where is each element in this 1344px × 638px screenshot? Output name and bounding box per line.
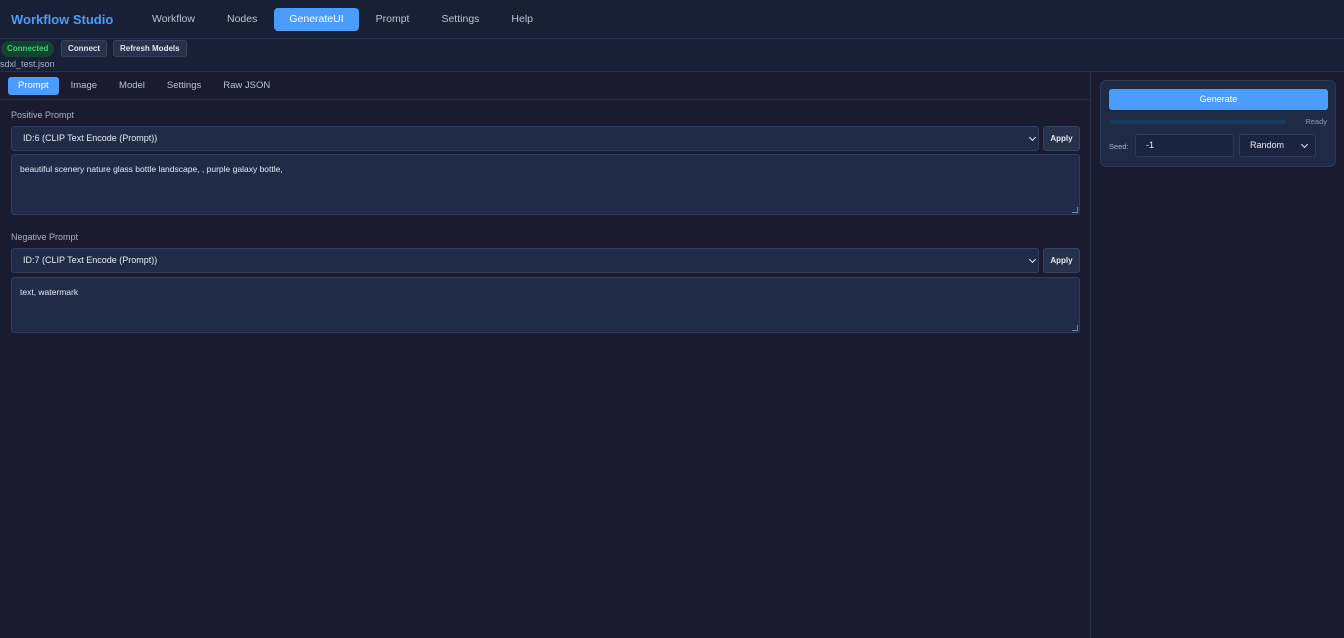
negative-node-value: ID:7 (CLIP Text Encode (Prompt)) bbox=[23, 255, 158, 265]
workflow-filename: sdxl_test.json bbox=[0, 59, 55, 69]
nav-prompt[interactable]: Prompt bbox=[361, 8, 425, 31]
connection-status-badge: Connected bbox=[1, 41, 55, 57]
tab-raw-json[interactable]: Raw JSON bbox=[213, 77, 280, 95]
generation-status: Ready bbox=[1305, 117, 1327, 126]
resize-grip-icon[interactable] bbox=[1072, 207, 1078, 213]
negative-apply-button[interactable]: Apply bbox=[1043, 248, 1080, 273]
seed-mode-value: Random bbox=[1250, 140, 1285, 150]
main-nav: Workflow Nodes GenerateUI Prompt Setting… bbox=[137, 7, 550, 31]
connect-button[interactable]: Connect bbox=[61, 40, 107, 57]
chevron-down-icon bbox=[1028, 255, 1037, 264]
resize-grip-icon[interactable] bbox=[1072, 325, 1078, 331]
seed-mode-select[interactable]: Random bbox=[1239, 134, 1316, 157]
positive-apply-button[interactable]: Apply bbox=[1043, 126, 1080, 151]
connection-bar: Connected Connect Refresh Models sdxl_te… bbox=[0, 39, 1344, 72]
positive-prompt-textarea[interactable]: beautiful scenery nature glass bottle la… bbox=[11, 154, 1080, 215]
negative-node-select[interactable]: ID:7 (CLIP Text Encode (Prompt)) bbox=[11, 248, 1039, 273]
tab-model[interactable]: Model bbox=[109, 77, 155, 95]
negative-prompt-textarea[interactable]: text, watermark bbox=[11, 277, 1080, 333]
nav-help[interactable]: Help bbox=[496, 8, 548, 31]
tab-image[interactable]: Image bbox=[61, 77, 107, 95]
nav-generateui[interactable]: GenerateUI bbox=[274, 7, 359, 31]
prompt-panel: Prompt Image Model Settings Raw JSON Pos… bbox=[0, 72, 1091, 638]
tab-prompt[interactable]: Prompt bbox=[8, 76, 59, 95]
generate-button[interactable]: Generate bbox=[1109, 89, 1328, 110]
nav-settings[interactable]: Settings bbox=[426, 8, 494, 31]
tab-settings[interactable]: Settings bbox=[157, 77, 211, 95]
positive-prompt-label: Positive Prompt bbox=[11, 110, 75, 120]
seed-label: Seed: bbox=[1109, 142, 1129, 151]
seed-input[interactable]: -1 bbox=[1135, 134, 1234, 157]
negative-prompt-label: Negative Prompt bbox=[11, 232, 79, 242]
panel-tabs: Prompt Image Model Settings Raw JSON bbox=[0, 72, 1090, 100]
positive-node-value: ID:6 (CLIP Text Encode (Prompt)) bbox=[23, 133, 158, 143]
negative-prompt-text: text, watermark bbox=[20, 287, 79, 297]
app-title: Workflow Studio bbox=[11, 11, 114, 27]
positive-prompt-text: beautiful scenery nature glass bottle la… bbox=[20, 164, 283, 174]
nav-workflow[interactable]: Workflow bbox=[137, 8, 210, 31]
refresh-models-button[interactable]: Refresh Models bbox=[113, 40, 187, 57]
chevron-down-icon bbox=[1028, 133, 1037, 142]
positive-node-select[interactable]: ID:6 (CLIP Text Encode (Prompt)) bbox=[11, 126, 1039, 151]
generate-card: Generate Ready Seed: -1 Random bbox=[1100, 80, 1336, 167]
top-nav-bar: Workflow Studio Workflow Nodes GenerateU… bbox=[0, 0, 1344, 39]
progress-bar bbox=[1109, 120, 1286, 124]
nav-nodes[interactable]: Nodes bbox=[212, 8, 272, 31]
chevron-down-icon bbox=[1300, 140, 1309, 149]
